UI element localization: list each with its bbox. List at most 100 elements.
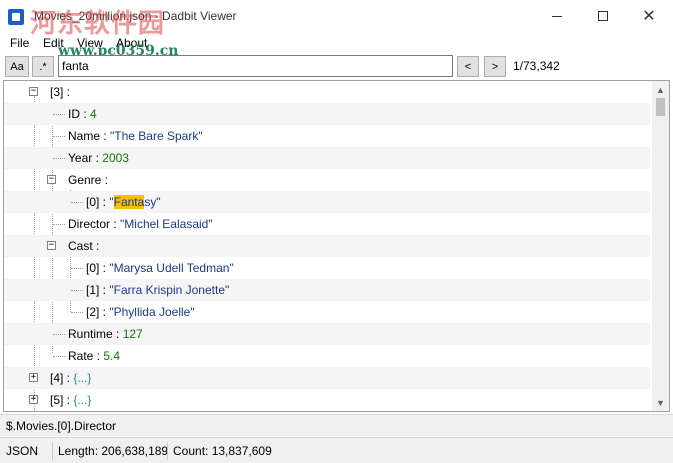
node-sep: : — [92, 151, 103, 165]
search-input[interactable] — [58, 55, 453, 77]
tree-row[interactable]: Director : "Michel Ealasaid" — [4, 213, 650, 235]
tree-row[interactable]: + [4] : {...} — [4, 367, 650, 389]
app-icon — [8, 9, 24, 25]
tree-guide — [53, 356, 65, 357]
status-format: JSON — [6, 444, 39, 458]
vertical-scrollbar[interactable]: ▲ ▼ — [652, 81, 669, 411]
tree-row[interactable]: [0] : "Fantasy" — [4, 191, 650, 213]
tree-row[interactable]: − Cast : — [4, 235, 650, 257]
prev-result-button[interactable]: < — [457, 56, 479, 77]
scroll-up-icon[interactable]: ▲ — [652, 81, 669, 98]
tree-guide — [71, 268, 83, 269]
result-count: 1/73,342 — [513, 59, 560, 73]
json-tree-view[interactable]: − [3] : ID : 4 Name : "The Bare Spark" Y… — [3, 80, 670, 412]
tree-row[interactable]: [2] : "Phyllida Joelle" — [4, 301, 650, 323]
node-value: "Phyllida Joelle" — [109, 305, 195, 319]
node-sep: : — [63, 393, 74, 407]
tree-row[interactable]: − Genre : — [4, 169, 650, 191]
node-sep: : — [92, 239, 100, 253]
minimize-icon — [552, 15, 562, 17]
node-key: [4] — [50, 371, 64, 385]
node-key: [0] — [86, 261, 100, 275]
node-key: Year — [68, 151, 93, 165]
match-case-button[interactable]: Aa — [5, 56, 29, 77]
node-key: [2] — [86, 305, 100, 319]
status-length: Length: 206,638,189 — [58, 444, 169, 458]
node-sep: : — [100, 129, 111, 143]
node-value: "Michel Ealasaid" — [120, 217, 213, 231]
tree-row[interactable]: Year : 2003 — [4, 147, 650, 169]
node-key: [3] — [50, 85, 64, 99]
collapse-icon[interactable]: − — [47, 175, 56, 184]
node-sep: : — [101, 173, 109, 187]
node-value: " — [109, 195, 114, 209]
tree-guide — [53, 158, 65, 159]
node-sep: : — [99, 195, 110, 209]
expand-icon[interactable]: + — [29, 395, 38, 404]
tree-guide — [71, 312, 83, 313]
node-sep: : — [112, 327, 123, 341]
node-value: 2003 — [102, 151, 129, 165]
node-sep: : — [99, 261, 110, 275]
status-count: Count: 13,837,609 — [173, 444, 272, 458]
node-sep: : — [99, 305, 110, 319]
maximize-button[interactable] — [580, 0, 626, 32]
status-divider — [167, 442, 168, 460]
expand-icon[interactable]: + — [29, 373, 38, 382]
node-key: [1] — [86, 283, 100, 297]
node-sep: : — [80, 107, 91, 121]
title-bar: Movies_20million.json - Dadbit Viewer 河东… — [0, 0, 673, 39]
maximize-icon — [598, 11, 608, 21]
window-title: Movies_20million.json - Dadbit Viewer — [34, 9, 237, 23]
close-icon: ✕ — [642, 6, 656, 25]
status-bar: JSON Length: 206,638,189 Count: 13,837,6… — [0, 437, 673, 463]
minimize-button[interactable] — [534, 0, 580, 32]
node-key: Rate — [68, 349, 94, 363]
node-key: Cast — [68, 239, 93, 253]
tree-guide — [53, 114, 65, 115]
tree-guide — [71, 202, 83, 203]
tree-row[interactable]: − [3] : — [4, 81, 650, 103]
node-sep: : — [63, 371, 74, 385]
node-key: Genre — [68, 173, 102, 187]
next-result-button[interactable]: > — [484, 56, 506, 77]
node-key: [5] — [50, 393, 64, 407]
node-value: sy" — [144, 195, 161, 209]
collapse-icon[interactable]: − — [29, 87, 38, 96]
node-sep: : — [99, 283, 110, 297]
scrollbar-thumb[interactable] — [656, 98, 665, 116]
tree-row[interactable]: [1] : "Farra Krispin Jonette" — [4, 279, 650, 301]
search-match-highlight: Fanta — [113, 195, 145, 209]
tree-guide — [53, 136, 65, 137]
menu-file[interactable]: File — [10, 36, 29, 50]
node-value: 4 — [90, 107, 97, 121]
node-key: [0] — [86, 195, 100, 209]
node-sep: : — [110, 217, 121, 231]
tree-row[interactable]: Rate : 5.4 — [4, 345, 650, 367]
tree-guide — [53, 334, 65, 335]
node-value: "Marysa Udell Tedman" — [109, 261, 234, 275]
tree-row[interactable]: Runtime : 127 — [4, 323, 650, 345]
status-divider — [52, 442, 53, 460]
node-sep: : — [93, 349, 104, 363]
node-key: Director — [68, 217, 111, 231]
node-key: Runtime — [68, 327, 113, 341]
close-button[interactable]: ✕ — [626, 0, 672, 32]
node-value: 5.4 — [103, 349, 121, 363]
tree-row[interactable]: ID : 4 — [4, 103, 650, 125]
node-sep: : — [63, 85, 71, 99]
search-toolbar: Aa .* < > 1/73,342 — [0, 53, 673, 80]
regex-button[interactable]: .* — [32, 56, 54, 77]
tree-row[interactable]: + [5] : {...} — [4, 389, 650, 411]
collapse-icon[interactable]: − — [47, 241, 56, 250]
menu-bar: File Edit View About www.pc0359.cn — [0, 34, 673, 59]
node-value: {...} — [73, 371, 92, 385]
tree-guide — [53, 224, 65, 225]
tree-guide — [71, 290, 83, 291]
tree-row[interactable]: Name : "The Bare Spark" — [4, 125, 650, 147]
node-value: {...} — [73, 393, 92, 407]
scroll-down-icon[interactable]: ▼ — [652, 394, 669, 411]
tree-row[interactable]: [0] : "Marysa Udell Tedman" — [4, 257, 650, 279]
node-key: Name — [68, 129, 101, 143]
node-value: 127 — [122, 327, 143, 341]
